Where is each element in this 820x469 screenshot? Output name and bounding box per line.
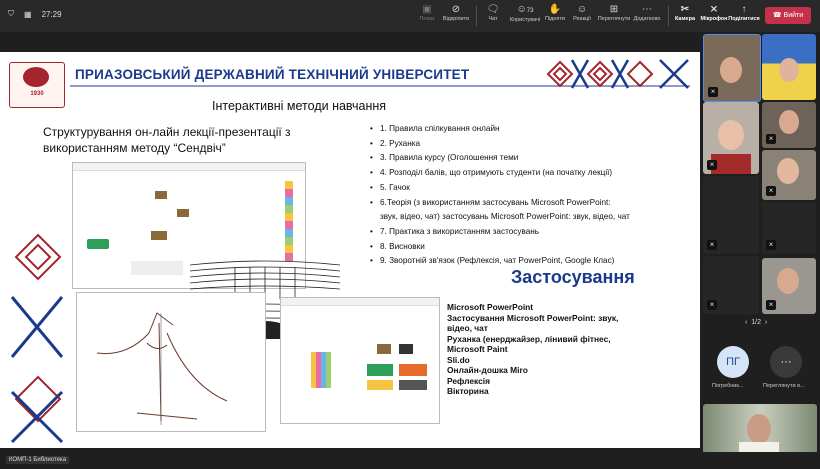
- view-icon: ⊞: [609, 4, 619, 15]
- list-item: звук, відео, чат) застосувань Microsoft …: [380, 212, 630, 222]
- mic-off-icon: ⨯: [707, 300, 717, 310]
- mic-off-icon: ⨯: [766, 186, 776, 196]
- board-screenshot-thumbnail: [280, 297, 440, 424]
- apps-heading: Застосування: [511, 267, 635, 287]
- reactions-icon: ☺: [576, 4, 588, 15]
- side-ornament: [10, 233, 64, 444]
- status-bar: КОМП-1 Библиотека: [0, 452, 820, 469]
- chat-button[interactable]: 🗨 Чат: [476, 4, 510, 22]
- mic-off-icon: ⨯: [707, 160, 717, 170]
- sandwich-steps-list: • 1. Правила спілкування онлайн • 2. Рухан…: [370, 122, 630, 269]
- mic-off-icon: ⨯: [766, 300, 776, 310]
- list-item: • 6.Теорія (з використанням застосувань M…: [370, 197, 611, 207]
- mic-off-icon: ⨯: [709, 4, 719, 15]
- video-tile[interactable]: ⨯: [703, 102, 759, 174]
- chevron-left-icon[interactable]: ‹: [745, 319, 747, 326]
- more-icon: ⋯: [642, 4, 652, 15]
- shared-by-label: КОМП-1 Библиотека: [6, 456, 70, 464]
- view-button[interactable]: ⊞ Переглянути: [597, 4, 631, 22]
- mic-off-icon: ⨯: [766, 134, 776, 144]
- share-icon: ↑: [741, 4, 747, 15]
- apps-list: Microsoft PowerPoint Застосування Microso…: [447, 302, 619, 396]
- university-logo: 1930: [9, 62, 65, 108]
- list-item: • 3. Правила курсу (Оголошення теми: [370, 153, 519, 163]
- shared-slide: 1930 ПРИАЗОВСЬКИЙ ДЕРЖАВНИЙ ТЕХНІЧНИЙ УН…: [0, 52, 700, 448]
- leave-button[interactable]: ☎ Вийти: [765, 7, 811, 24]
- video-tile[interactable]: [762, 34, 816, 100]
- grid-icon: ▦: [24, 9, 32, 19]
- view-all-label: Переглянути в...: [763, 383, 805, 389]
- more-button[interactable]: ⋯ Додатково: [630, 4, 664, 22]
- microphone-button[interactable]: ⨯ Мікрофон: [697, 4, 731, 22]
- university-name: ПРИАЗОВСЬКИЙ ДЕРЖАВНИЙ ТЕХНІЧНИЙ УНІВЕРС…: [75, 67, 470, 82]
- list-item: • 8. Висновки: [370, 241, 425, 251]
- meeting-timer: 27:29: [41, 9, 62, 19]
- slide-title: Інтерактивні методи навчання: [212, 99, 387, 113]
- list-item: • 1. Правила спілкування онлайн: [370, 124, 500, 133]
- unpin-button[interactable]: ⊘ Відкріпити: [439, 4, 473, 22]
- sketch-drawing: [96, 312, 228, 425]
- video-tile[interactable]: ⨯: [762, 150, 816, 200]
- meeting-toolbar: ⛉ ▦ 27:29 ▣ Показ ⊘ Відкріпити 🗨 Чат ☺73 Кор…: [0, 0, 820, 32]
- participant-name: Погребник...: [712, 383, 744, 389]
- share-button[interactable]: ↑ Поділитися: [727, 4, 761, 22]
- gallery-pager: ‹ 1/2 ›: [745, 319, 768, 326]
- avatar[interactable]: ПГ: [717, 346, 749, 378]
- video-tile[interactable]: ⨯: [703, 176, 759, 254]
- unpin-icon: ⊘: [451, 4, 461, 15]
- list-item: • 2. Руханка: [370, 138, 421, 148]
- phone-icon: ☎: [772, 12, 782, 19]
- list-item: • 7. Практика з використанням застосувань: [370, 226, 540, 236]
- chat-icon: 🗨: [486, 4, 500, 15]
- list-item: • 4. Розподіл балів, що отримують студент…: [370, 168, 613, 178]
- participants-button[interactable]: ☺73 Користувачі: [508, 4, 542, 23]
- reactions-button[interactable]: ☺ Реакцiї: [565, 4, 599, 22]
- people-icon: ☺73: [516, 4, 534, 15]
- video-tile[interactable]: ⨯: [703, 34, 761, 102]
- paint-drawing-thumbnail: [76, 292, 266, 432]
- video-tile[interactable]: ⨯: [762, 102, 816, 148]
- slide-subtitle: Структурування он-лайн лекції-презентаці…: [43, 125, 291, 155]
- mic-off-icon: ⨯: [708, 87, 718, 97]
- chevron-right-icon[interactable]: ›: [765, 319, 767, 326]
- mic-off-icon: ⨯: [707, 240, 717, 250]
- meeting-info: ⛉ ▦ 27:29: [8, 9, 62, 19]
- list-item: • 5. Гачок: [370, 182, 410, 192]
- video-tile[interactable]: ⨯: [762, 202, 816, 254]
- shield-icon: ⛉: [8, 9, 14, 18]
- video-tile[interactable]: ⨯: [703, 256, 759, 314]
- mic-off-icon: ⨯: [766, 240, 776, 250]
- video-tile[interactable]: ⨯: [762, 258, 816, 314]
- view-all-button[interactable]: ···: [770, 346, 802, 378]
